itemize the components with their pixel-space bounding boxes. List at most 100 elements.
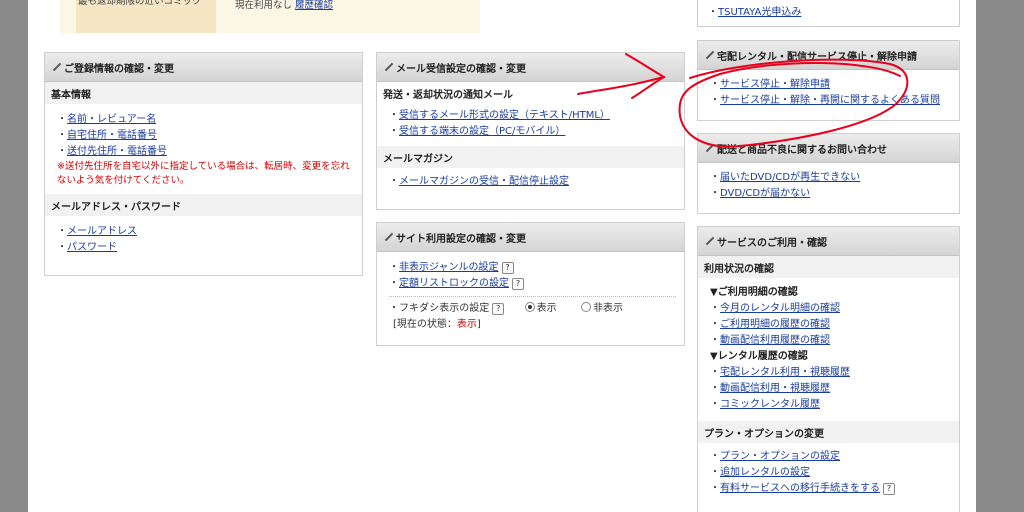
hide-radio-label: 非表示 (592, 303, 623, 314)
plan-heading: プラン・オプションの変更 (698, 421, 959, 443)
delivery-address-link[interactable]: 送付先住所・電話番号 (67, 146, 167, 157)
list-item: ・今月のレンタル明細の確認 (710, 303, 840, 314)
show-radio-label: 表示 (536, 303, 557, 314)
mail-password-heading: メールアドレス・パスワード (45, 194, 362, 216)
service-usage-title: サービスのご利用・確認 (717, 237, 827, 249)
delivery-stop-panel: 宅配レンタル・配信サービス停止・解除申請 ・サービス停止・解除申請 ・サービス停… (697, 40, 960, 121)
help-icon[interactable]: ? (501, 262, 514, 274)
site-settings-panel: サイト利用設定の確認・変更 ・非表示ジャンルの設定? ・定額リストロックの設定?… (376, 222, 685, 346)
magazine-heading: メールマガジン (377, 146, 684, 168)
delivery-rental-history-link[interactable]: 宅配レンタル利用・視聴履歴 (720, 367, 850, 378)
divider (389, 296, 676, 297)
address-note: ※送付先住所を自宅以外に指定している場合は、転居時、変更を忘れないよう気を付けて… (57, 161, 350, 186)
mail-device-link[interactable]: 受信する端末の設定（PC/モバイル） (399, 126, 565, 137)
password-link[interactable]: パスワード (67, 242, 117, 253)
basic-info-heading: 基本情報 (45, 82, 362, 104)
tsutaya-hikari-link[interactable]: TSUTAYA光申込み (718, 7, 801, 18)
name-reviewer-link[interactable]: 名前・レビュアー名 (67, 114, 156, 125)
site-settings-title: サイト利用設定の確認・変更 (396, 233, 526, 245)
history-heading: ▼レンタル履歴の確認 (710, 351, 808, 362)
registration-panel: ご登録情報の確認・変更 基本情報 ・名前・レビュアー名 ・自宅住所・電話番号 ・… (44, 52, 363, 276)
list-item: ・送付先住所・電話番号 (57, 146, 167, 157)
list-item: ・定額リストロックの設定? (389, 276, 676, 292)
detail-heading: ▼ご利用明細の確認 (710, 287, 798, 298)
delivery-stop-title: 宅配レンタル・配信サービス停止・解除申請 (717, 51, 917, 63)
list-item: ・プラン・オプションの設定 (710, 451, 840, 462)
extra-rental-link[interactable]: 追加レンタルの設定 (720, 467, 810, 478)
fukidashi-status: [現在の状態：表示] (389, 317, 676, 333)
pencil-icon (383, 232, 393, 242)
help-icon[interactable]: ? (512, 278, 524, 290)
home-address-link[interactable]: 自宅住所・電話番号 (67, 130, 157, 141)
service-stop-faq-link[interactable]: サービス停止・解除・再開に関するよくある質問 (720, 95, 940, 106)
paid-service-link[interactable]: 有料サービスへの移行手続きをする (720, 483, 880, 494)
status-value: 表示 (456, 319, 477, 330)
video-history-link[interactable]: 動画配信利用・視聴履歴 (720, 383, 830, 394)
list-item: ・メールマガジンの受信・配信停止設定 (389, 176, 569, 187)
monthly-rental-link[interactable]: 今月のレンタル明細の確認 (720, 303, 840, 314)
show-radio[interactable] (524, 302, 535, 312)
tsutaya-hikari-item: ・TSUTAYA光申込み (708, 7, 802, 18)
list-item: ・宅配レンタル利用・視聴履歴 (710, 367, 850, 378)
delivery-stop-header: 宅配レンタル・配信サービス停止・解除申請 (698, 41, 959, 70)
service-stop-link[interactable]: サービス停止・解除申請 (720, 79, 830, 90)
list-item: ・パスワード (57, 242, 117, 253)
mail-settings-panel: メール受信設定の確認・変更 発送・返却状況の通知メール ・受信するメール形式の設… (376, 52, 685, 210)
list-item: ・追加レンタルの設定 (710, 467, 810, 478)
list-item: ・ご利用明細の履歴の確認 (710, 319, 830, 330)
fukidashi-label: フキダシ表示の設定 (399, 303, 490, 314)
site-settings-header: サイト利用設定の確認・変更 (377, 223, 684, 252)
hidden-genre-link[interactable]: 非表示ジャンルの設定 (399, 262, 499, 273)
usage-heading: 利用状況の確認 (698, 256, 959, 278)
dvd-not-playing-link[interactable]: 届いたDVD/CDが再生できない (720, 172, 860, 183)
list-item: ・受信する端末の設定（PC/モバイル） (389, 126, 566, 137)
page: 最も返却期限の近いコミック 現在利用なし 履歴確認 ・TSUTAYA光申込み ご… (28, 0, 976, 512)
pencil-icon (51, 62, 61, 72)
mail-format-link[interactable]: 受信するメール形式の設定（テキスト/HTML） (399, 110, 610, 121)
delivery-inquiry-panel: 配送と商品不良に関するお問い合わせ ・届いたDVD/CDが再生できない ・DVD… (697, 133, 960, 214)
service-usage-panel: サービスのご利用・確認 利用状況の確認 ▼ご利用明細の確認 ・今月のレンタル明細… (697, 226, 960, 512)
list-item: ・名前・レビュアー名 (57, 114, 157, 125)
hide-radio[interactable] (580, 302, 591, 312)
comic-return-summary: 最も返却期限の近いコミック 現在利用なし 履歴確認 (60, 0, 480, 33)
list-item: ・サービス停止・解除・再開に関するよくある質問 (710, 95, 940, 106)
pencil-icon (704, 236, 714, 246)
list-item: ・コミックレンタル履歴 (710, 399, 820, 410)
list-item: ・サービス停止・解除申請 (710, 79, 830, 90)
dvd-not-arriving-link[interactable]: DVD/CDが届かない (720, 188, 810, 199)
list-item: ・非表示ジャンルの設定? (389, 260, 676, 276)
help-icon[interactable]: ? (883, 483, 895, 495)
list-lock-link[interactable]: 定額リストロックの設定 (399, 278, 509, 289)
status-prefix: [現在の状態： (393, 319, 457, 330)
list-item: ・動画配信利用・視聴履歴 (710, 383, 830, 394)
registration-header: ご登録情報の確認・変更 (45, 53, 362, 82)
notice-mail-heading: 発送・返却状況の通知メール (377, 82, 684, 104)
pencil-icon (704, 50, 714, 60)
comic-return-label: 最も返却期限の近いコミック (76, 0, 216, 33)
email-link[interactable]: メールアドレス (67, 226, 137, 237)
pencil-icon (704, 143, 714, 153)
mail-settings-title: メール受信設定の確認・変更 (396, 63, 526, 75)
registration-title: ご登録情報の確認・変更 (64, 63, 174, 75)
fukidashi-setting-row: ・フキダシ表示の設定? 表示 非表示 (389, 302, 623, 315)
list-item: ・自宅住所・電話番号 (57, 130, 157, 141)
delivery-inquiry-title: 配送と商品不良に関するお問い合わせ (717, 144, 887, 156)
list-item: ・動画配信利用履歴の確認 (710, 335, 830, 346)
delivery-inquiry-header: 配送と商品不良に関するお問い合わせ (698, 134, 959, 163)
mail-settings-header: メール受信設定の確認・変更 (377, 53, 684, 82)
list-item: ・有料サービスへの移行手続きをする? (710, 481, 951, 497)
list-item: ・届いたDVD/CDが再生できない (710, 172, 861, 183)
usage-history-link[interactable]: ご利用明細の履歴の確認 (720, 319, 830, 330)
comic-return-status: 現在利用なし (235, 0, 293, 11)
list-item: ・受信するメール形式の設定（テキスト/HTML） (389, 110, 610, 121)
list-item: ・DVD/CDが届かない (710, 188, 811, 199)
help-icon[interactable]: ? (492, 303, 505, 315)
list-item: ・メールアドレス (57, 226, 137, 237)
comic-history-link[interactable]: コミックレンタル履歴 (720, 399, 820, 410)
magazine-settings-link[interactable]: メールマガジンの受信・配信停止設定 (399, 176, 569, 187)
plan-settings-link[interactable]: プラン・オプションの設定 (720, 451, 840, 462)
history-check-link[interactable]: 履歴確認 (295, 0, 333, 11)
comic-return-value: 現在利用なし 履歴確認 (235, 0, 333, 11)
video-usage-link[interactable]: 動画配信利用履歴の確認 (720, 335, 830, 346)
top-right-panel: ・TSUTAYA光申込み (697, 0, 960, 27)
